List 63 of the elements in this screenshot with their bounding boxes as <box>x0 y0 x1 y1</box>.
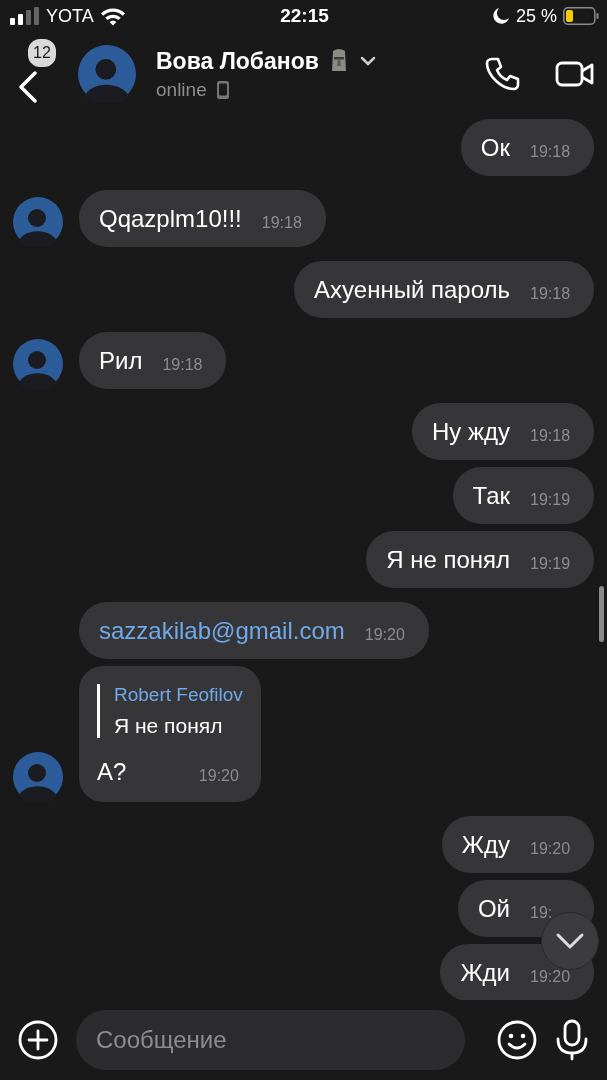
message-bubble[interactable]: Qqazplm10!!! 19:18 <box>79 190 326 247</box>
message-bubble[interactable]: sazzakilab@gmail.com 19:20 <box>79 602 429 659</box>
chevron-down-icon[interactable] <box>358 55 377 67</box>
message-time: 19:18 <box>261 213 303 233</box>
message-bubble[interactable]: Рил 19:18 <box>79 332 227 389</box>
message-text: Ок <box>480 133 510 162</box>
message-time: 19:20 <box>198 767 240 786</box>
quote-author: Robert Feofilov <box>114 684 243 706</box>
moon-icon <box>491 7 510 25</box>
message-bubble[interactable]: Ну жду 19:18 <box>411 403 594 460</box>
message-time: 19:18 <box>530 426 572 446</box>
microphone-icon[interactable] <box>555 1019 589 1061</box>
message-text: Рил <box>99 346 143 375</box>
contact-name[interactable]: Вова Лобанов <box>156 47 319 75</box>
quoted-message[interactable]: Robert Feofilov Я не понял <box>97 684 243 738</box>
avatar[interactable] <box>78 45 136 103</box>
back-button[interactable] <box>18 71 40 103</box>
mobile-icon <box>216 80 229 99</box>
message-text: Так <box>472 481 510 510</box>
message-time: 19:19 <box>530 490 572 510</box>
add-icon[interactable] <box>18 1020 58 1060</box>
video-camera-icon[interactable] <box>555 59 595 89</box>
message-text: Я не понял <box>386 545 510 574</box>
message-time: 19:18 <box>530 284 572 304</box>
chevron-down-icon <box>555 932 585 950</box>
message-text: Qqazplm10!!! <box>99 204 242 233</box>
emoji-icon[interactable] <box>497 1020 537 1060</box>
message-time: 19:19 <box>530 554 572 574</box>
status-time: 22:15 <box>280 5 329 27</box>
message-text: Ахуенный пароль <box>314 275 510 304</box>
message-text: Ну жду <box>431 417 510 446</box>
unread-badge: 12 <box>26 37 58 69</box>
message-time: 19:20 <box>364 625 406 645</box>
message-bubble[interactable]: Ахуенный пароль 19:18 <box>294 261 594 318</box>
message-text: А? <box>97 758 127 786</box>
quote-text: Я не понял <box>114 714 224 738</box>
scrollbar[interactable] <box>599 586 604 642</box>
battery-percent: 25 % <box>515 5 557 27</box>
avatar[interactable] <box>13 752 63 802</box>
back-icon <box>18 71 38 103</box>
avatar[interactable] <box>13 197 63 247</box>
message-text: Жду <box>461 830 510 859</box>
message-text: Жди <box>460 958 510 987</box>
message-bubble[interactable]: Так 19:19 <box>452 467 594 524</box>
message-input[interactable]: Сообщение <box>76 1010 465 1070</box>
avatar[interactable] <box>13 339 63 389</box>
battery-icon <box>563 7 599 25</box>
message-bubble[interactable]: Ок 19:18 <box>460 119 594 176</box>
message-time: 19:18 <box>530 142 572 162</box>
phone-icon[interactable] <box>483 55 521 93</box>
message-text: Ой <box>477 894 510 923</box>
carrier-name: YOTA <box>46 5 94 27</box>
message-time: 19:20 <box>530 967 572 987</box>
message-time: 19:18 <box>162 355 204 375</box>
message-time: 19:20 <box>530 839 572 859</box>
presence-status: online <box>156 78 207 101</box>
message-time: 19: <box>530 903 554 923</box>
wifi-icon <box>99 6 126 26</box>
message-bubble[interactable]: Robert Feofilov Я не понял А? 19:20 <box>79 666 261 802</box>
message-bubble[interactable]: Жду 19:20 <box>441 816 594 873</box>
signal-icon <box>10 7 40 25</box>
message-bubble[interactable]: Я не понял 19:19 <box>366 531 594 588</box>
email-link[interactable]: sazzakilab@gmail.com <box>99 616 345 645</box>
